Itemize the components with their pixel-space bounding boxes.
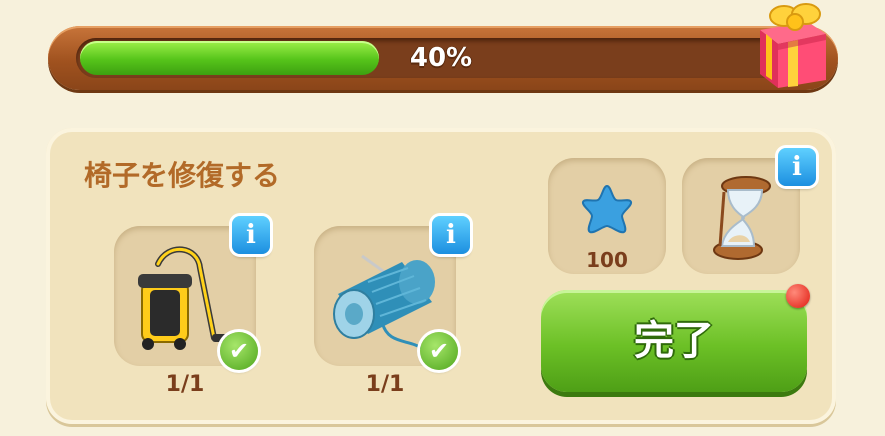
reward-value: 100 [586, 248, 628, 272]
task-title: 椅子を修復する [84, 159, 281, 192]
check-icon: ✔ [220, 332, 258, 370]
check-icon: ✔ [420, 332, 458, 370]
vacuum-count: 1/1 [165, 372, 205, 397]
info-button[interactable]: i [232, 216, 270, 254]
item-slot-vacuum[interactable]: i ✔ [114, 216, 270, 370]
hourglass-icon [713, 176, 771, 260]
thread-count: 1/1 [365, 372, 405, 397]
progress-label: 40% [409, 43, 473, 73]
notification-dot [786, 284, 810, 308]
timer-slot[interactable]: i [682, 148, 816, 274]
gift-box-icon[interactable] [748, 0, 838, 92]
complete-button[interactable]: 完了 [541, 290, 807, 392]
blue-star-icon [581, 184, 633, 234]
info-button[interactable]: i [778, 148, 816, 186]
info-button[interactable]: i [432, 216, 470, 254]
item-slot-thread[interactable]: i ✔ [314, 216, 470, 370]
